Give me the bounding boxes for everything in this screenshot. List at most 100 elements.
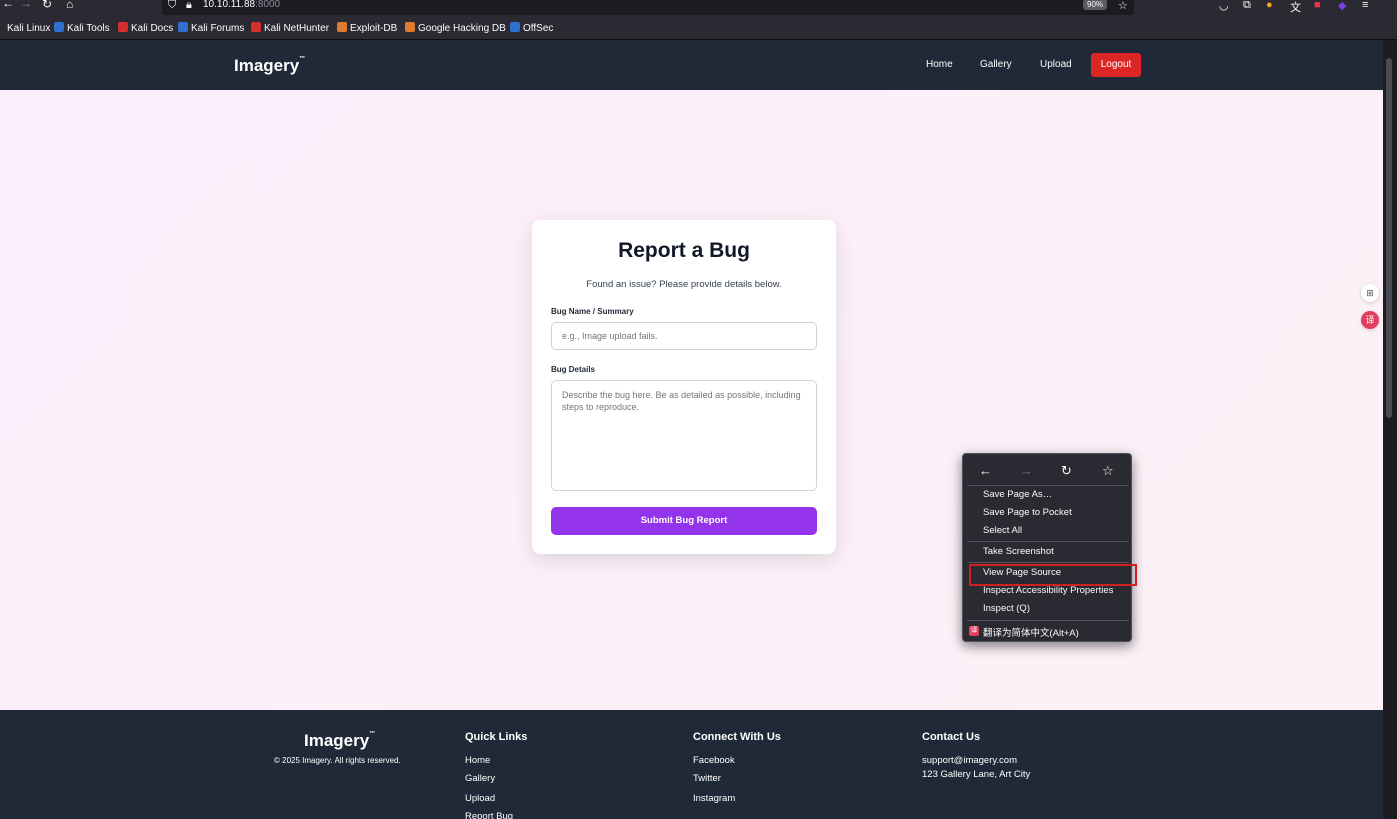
submit-bug-report-button[interactable]: Submit Bug Report xyxy=(551,507,817,535)
side-translate-icon[interactable]: 译 xyxy=(1361,311,1379,329)
kali-docs-icon xyxy=(118,22,128,32)
ctx-bookmark-icon[interactable]: ☆ xyxy=(1102,463,1114,479)
footer-logo-text: Imagery xyxy=(304,731,370,750)
ctx-back-icon[interactable]: ← xyxy=(979,463,992,478)
nav-gallery[interactable]: Gallery xyxy=(980,59,1012,70)
bookmark-kali-docs[interactable]: Kali Docs xyxy=(118,22,173,34)
google-hacking-db-icon xyxy=(405,22,415,32)
url-bar[interactable] xyxy=(162,0,1134,15)
bookmark-label: Kali Forums xyxy=(191,23,245,34)
footer-link-upload[interactable]: Upload xyxy=(465,793,495,804)
copyright: © 2025 Imagery. All rights reserved. xyxy=(274,756,401,765)
page-viewport: Imagery™ Home Gallery Upload Logout Repo… xyxy=(0,40,1383,819)
shield-icon[interactable]: ⛉ xyxy=(168,0,176,12)
bookmark-label: Kali Docs xyxy=(131,23,174,34)
bookmark-kali-nethunter[interactable]: Kali NetHunter xyxy=(251,22,329,34)
zoom-badge[interactable]: 90% xyxy=(1083,0,1108,10)
nav-home[interactable]: Home xyxy=(926,59,953,70)
ctx-inspect-accessibility[interactable]: Inspect Accessibility Properties xyxy=(983,585,1113,596)
footer-link-twitter[interactable]: Twitter xyxy=(693,773,721,784)
menu-divider xyxy=(967,562,1129,563)
logout-button[interactable]: Logout xyxy=(1091,53,1141,77)
ctx-select-all[interactable]: Select All xyxy=(983,525,1022,536)
site-logo-text: Imagery xyxy=(234,56,300,75)
bookmark-kali-linux[interactable]: Kali Linux xyxy=(0,22,50,34)
addon-cookie-icon[interactable]: ● xyxy=(1266,0,1273,11)
footer-logo: Imagery™ xyxy=(304,731,375,751)
kali-tools-icon xyxy=(54,22,64,32)
addon-red-icon[interactable]: ■ xyxy=(1314,0,1321,11)
ctx-save-to-pocket[interactable]: Save Page to Pocket xyxy=(983,507,1072,518)
url-text[interactable]: 10.10.11.88:8000 xyxy=(203,0,280,10)
bookmark-label: Kali Linux xyxy=(7,23,51,34)
addon-purple-icon[interactable]: ◆ xyxy=(1338,0,1346,12)
bookmark-exploit-db[interactable]: Exploit-DB xyxy=(337,22,397,34)
url-host: 10.10.11.88 xyxy=(203,0,256,10)
bookmark-google-hacking-db[interactable]: Google Hacking DB xyxy=(405,22,506,34)
back-icon[interactable]: ← xyxy=(2,0,14,9)
ctx-save-page-as[interactable]: Save Page As… xyxy=(983,489,1052,500)
pocket-icon[interactable]: ◡ xyxy=(1219,0,1229,12)
bookmark-kali-tools[interactable]: Kali Tools xyxy=(54,22,110,34)
browser-toolbar: ← → ↻ ⌂ ⛉ 🔒︎ 10.10.11.88:8000 90% ☆ ◡ ⧉ … xyxy=(0,0,1397,17)
contact-email[interactable]: support@imagery.com xyxy=(922,755,1017,766)
reload-icon[interactable]: ↻ xyxy=(42,0,52,10)
extensions-icon[interactable]: ⧉ xyxy=(1243,0,1251,12)
bookmark-label: Kali NetHunter xyxy=(264,23,330,34)
bug-details-textarea[interactable] xyxy=(551,380,817,491)
bookmark-label: Kali Tools xyxy=(67,23,110,34)
page-subtitle: Found an issue? Please provide details b… xyxy=(586,279,782,290)
quick-links-title: Quick Links xyxy=(465,731,528,743)
bug-report-card: Report a Bug Found an issue? Please prov… xyxy=(532,220,836,554)
url-port: :8000 xyxy=(255,0,281,10)
exploit-db-icon xyxy=(337,22,347,32)
scrollbar-thumb[interactable] xyxy=(1386,58,1392,418)
footer-link-gallery[interactable]: Gallery xyxy=(465,773,495,784)
contact-title: Contact Us xyxy=(922,731,981,743)
kali-nethunter-icon xyxy=(251,22,261,32)
lock-icon[interactable]: 🔒︎ xyxy=(186,0,192,12)
footer-link-report-bug[interactable]: Report Bug xyxy=(465,811,513,819)
footer-link-facebook[interactable]: Facebook xyxy=(693,755,735,766)
ctx-reload-icon[interactable]: ↻ xyxy=(1061,463,1072,479)
home-icon[interactable]: ⌂ xyxy=(66,0,73,10)
bookmark-star-icon[interactable]: ☆ xyxy=(1118,0,1128,12)
menu-divider xyxy=(967,485,1129,486)
bookmark-label: Exploit-DB xyxy=(350,23,398,34)
contact-address: 123 Gallery Lane, Art City xyxy=(922,769,1031,780)
translate-icon[interactable]: 文 xyxy=(1290,0,1301,15)
bookmark-label: OffSec xyxy=(523,23,554,34)
ctx-inspect[interactable]: Inspect (Q) xyxy=(983,603,1030,614)
site-footer: Imagery™ © 2025 Imagery. All rights rese… xyxy=(0,710,1383,819)
ctx-forward-icon[interactable]: → xyxy=(1020,463,1033,478)
bookmark-label: Google Hacking DB xyxy=(418,23,506,34)
footer-link-instagram[interactable]: Instagram xyxy=(693,793,735,804)
page-scrollbar[interactable] xyxy=(1383,40,1397,819)
side-screenshot-icon[interactable]: ⊞ xyxy=(1361,284,1379,302)
logo-trademark: ™ xyxy=(299,56,306,62)
menu-icon[interactable]: ≡ xyxy=(1362,0,1368,11)
kali-linux-icon xyxy=(0,22,4,32)
bug-name-input[interactable] xyxy=(551,322,817,350)
forward-icon[interactable]: → xyxy=(20,0,32,9)
footer-link-home[interactable]: Home xyxy=(465,755,490,766)
context-menu: ← → ↻ ☆ Save Page As… Save Page to Pocke… xyxy=(962,453,1137,642)
connect-title: Connect With Us xyxy=(693,731,781,743)
ctx-view-page-source[interactable]: View Page Source xyxy=(983,567,1061,578)
offsec-icon xyxy=(510,22,520,32)
page-title: Report a Bug xyxy=(618,239,750,262)
menu-divider xyxy=(967,541,1129,542)
site-logo[interactable]: Imagery™ xyxy=(234,56,305,76)
kali-forums-icon xyxy=(178,22,188,32)
bug-details-label: Bug Details xyxy=(551,365,596,374)
bookmarks-bar: Kali Linux Kali Tools Kali Docs Kali For… xyxy=(0,17,1397,40)
ctx-take-screenshot[interactable]: Take Screenshot xyxy=(983,546,1054,557)
logo-trademark: ™ xyxy=(369,731,376,737)
site-header: Imagery™ Home Gallery Upload Logout xyxy=(0,40,1383,90)
bookmark-offsec[interactable]: OffSec xyxy=(510,22,553,34)
bug-name-label: Bug Name / Summary xyxy=(551,307,634,316)
menu-divider xyxy=(967,620,1129,621)
ctx-translate[interactable]: 翻译为简体中文(Alt+A) xyxy=(983,625,1079,639)
nav-upload[interactable]: Upload xyxy=(1040,59,1072,70)
bookmark-kali-forums[interactable]: Kali Forums xyxy=(178,22,244,34)
